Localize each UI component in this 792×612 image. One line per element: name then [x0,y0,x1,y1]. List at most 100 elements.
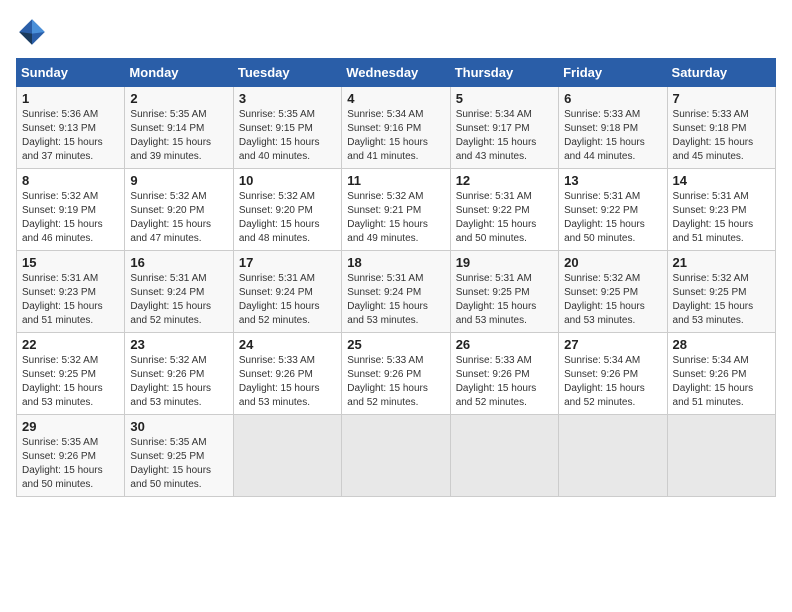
day-number: 15 [22,255,119,270]
day-info: Sunrise: 5:36 AM Sunset: 9:13 PM Dayligh… [22,108,119,164]
day-info: Sunrise: 5:32 AM Sunset: 9:19 PM Dayligh… [22,190,119,246]
calendar-cell: 26Sunrise: 5:33 AM Sunset: 9:26 PM Dayli… [450,333,558,415]
day-info: Sunrise: 5:31 AM Sunset: 9:24 PM Dayligh… [130,272,227,328]
calendar-cell: 4 Sunrise: 5:34 AM Sunset: 9:16 PM Daylig… [342,87,450,169]
calendar-cell: 14 Sunrise: 5:31 AM Sunset: 9:23 PM Dayli… [667,169,775,251]
day-number: 14 [673,173,770,188]
calendar-cell: 5 Sunrise: 5:34 AM Sunset: 9:17 PM Daylig… [450,87,558,169]
calendar-week-row: 8 Sunrise: 5:32 AM Sunset: 9:19 PM Daylig… [17,169,776,251]
calendar-cell [233,415,341,497]
day-number: 5 [456,91,553,106]
day-info: Sunrise: 5:33 AM Sunset: 9:18 PM Dayligh… [564,108,661,164]
calendar-cell: 11 Sunrise: 5:32 AM Sunset: 9:21 PM Dayli… [342,169,450,251]
calendar-cell: 15 Sunrise: 5:31 AM Sunset: 9:23 PM Dayli… [17,251,125,333]
calendar-cell: 9Sunrise: 5:32 AM Sunset: 9:20 PM Daylig… [125,169,233,251]
day-number: 21 [673,255,770,270]
logo-icon [16,16,48,48]
day-info: Sunrise: 5:34 AM Sunset: 9:17 PM Dayligh… [456,108,553,164]
weekday-header: Thursday [450,59,558,87]
day-info: Sunrise: 5:33 AM Sunset: 9:18 PM Dayligh… [673,108,770,164]
logo [16,16,52,48]
day-info: Sunrise: 5:31 AM Sunset: 9:23 PM Dayligh… [22,272,119,328]
day-number: 1 [22,91,119,106]
day-info: Sunrise: 5:31 AM Sunset: 9:22 PM Dayligh… [456,190,553,246]
day-number: 28 [673,337,770,352]
calendar-cell [342,415,450,497]
calendar-cell: 16 Sunrise: 5:31 AM Sunset: 9:24 PM Dayli… [125,251,233,333]
calendar-cell: 27 Sunrise: 5:34 AM Sunset: 9:26 PM Dayli… [559,333,667,415]
day-info: Sunrise: 5:31 AM Sunset: 9:25 PM Dayligh… [456,272,553,328]
day-info: Sunrise: 5:33 AM Sunset: 9:26 PM Dayligh… [239,354,336,410]
day-number: 3 [239,91,336,106]
day-info: Sunrise: 5:34 AM Sunset: 9:16 PM Dayligh… [347,108,444,164]
day-info: Sunrise: 5:31 AM Sunset: 9:23 PM Dayligh… [673,190,770,246]
day-info: Sunrise: 5:32 AM Sunset: 9:25 PM Dayligh… [673,272,770,328]
calendar-cell: 3 Sunrise: 5:35 AM Sunset: 9:15 PM Daylig… [233,87,341,169]
calendar-week-row: 29Sunrise: 5:35 AM Sunset: 9:26 PM Dayli… [17,415,776,497]
day-number: 6 [564,91,661,106]
day-number: 20 [564,255,661,270]
calendar-cell: 12 Sunrise: 5:31 AM Sunset: 9:22 PM Dayli… [450,169,558,251]
calendar-table: SundayMondayTuesdayWednesdayThursdayFrid… [16,58,776,497]
calendar-cell [450,415,558,497]
weekday-header: Monday [125,59,233,87]
day-info: Sunrise: 5:32 AM Sunset: 9:20 PM Dayligh… [239,190,336,246]
day-number: 26 [456,337,553,352]
day-number: 13 [564,173,661,188]
day-number: 18 [347,255,444,270]
day-number: 12 [456,173,553,188]
weekday-header: Wednesday [342,59,450,87]
calendar-cell: 24 Sunrise: 5:33 AM Sunset: 9:26 PM Dayli… [233,333,341,415]
day-info: Sunrise: 5:32 AM Sunset: 9:21 PM Dayligh… [347,190,444,246]
day-number: 30 [130,419,227,434]
calendar-cell: 22Sunrise: 5:32 AM Sunset: 9:25 PM Dayli… [17,333,125,415]
calendar-cell: 29Sunrise: 5:35 AM Sunset: 9:26 PM Dayli… [17,415,125,497]
calendar-cell: 28 Sunrise: 5:34 AM Sunset: 9:26 PM Dayli… [667,333,775,415]
day-info: Sunrise: 5:34 AM Sunset: 9:26 PM Dayligh… [564,354,661,410]
calendar-cell: 19 Sunrise: 5:31 AM Sunset: 9:25 PM Dayli… [450,251,558,333]
calendar-cell: 2Sunrise: 5:35 AM Sunset: 9:14 PM Daylig… [125,87,233,169]
calendar-cell [667,415,775,497]
calendar-cell [559,415,667,497]
day-info: Sunrise: 5:33 AM Sunset: 9:26 PM Dayligh… [347,354,444,410]
calendar-week-row: 1 Sunrise: 5:36 AM Sunset: 9:13 PM Daylig… [17,87,776,169]
day-number: 11 [347,173,444,188]
calendar-cell: 8 Sunrise: 5:32 AM Sunset: 9:19 PM Daylig… [17,169,125,251]
calendar-cell: 25 Sunrise: 5:33 AM Sunset: 9:26 PM Dayli… [342,333,450,415]
calendar-cell: 18 Sunrise: 5:31 AM Sunset: 9:24 PM Dayli… [342,251,450,333]
weekday-header: Sunday [17,59,125,87]
day-number: 29 [22,419,119,434]
calendar-cell: 17Sunrise: 5:31 AM Sunset: 9:24 PM Dayli… [233,251,341,333]
day-number: 8 [22,173,119,188]
day-number: 4 [347,91,444,106]
calendar-cell: 23Sunrise: 5:32 AM Sunset: 9:26 PM Dayli… [125,333,233,415]
calendar-cell: 20 Sunrise: 5:32 AM Sunset: 9:25 PM Dayli… [559,251,667,333]
day-number: 27 [564,337,661,352]
calendar-cell: 30 Sunrise: 5:35 AM Sunset: 9:25 PM Dayli… [125,415,233,497]
day-info: Sunrise: 5:35 AM Sunset: 9:25 PM Dayligh… [130,436,227,492]
day-number: 7 [673,91,770,106]
day-info: Sunrise: 5:35 AM Sunset: 9:15 PM Dayligh… [239,108,336,164]
day-info: Sunrise: 5:32 AM Sunset: 9:25 PM Dayligh… [564,272,661,328]
day-number: 17 [239,255,336,270]
day-number: 2 [130,91,227,106]
day-number: 19 [456,255,553,270]
day-number: 24 [239,337,336,352]
weekday-header: Saturday [667,59,775,87]
day-number: 22 [22,337,119,352]
day-number: 23 [130,337,227,352]
day-info: Sunrise: 5:31 AM Sunset: 9:24 PM Dayligh… [347,272,444,328]
page-header [16,16,776,48]
calendar-week-row: 15 Sunrise: 5:31 AM Sunset: 9:23 PM Dayli… [17,251,776,333]
calendar-cell: 7 Sunrise: 5:33 AM Sunset: 9:18 PM Daylig… [667,87,775,169]
day-info: Sunrise: 5:31 AM Sunset: 9:22 PM Dayligh… [564,190,661,246]
day-number: 25 [347,337,444,352]
calendar-cell: 13 Sunrise: 5:31 AM Sunset: 9:22 PM Dayli… [559,169,667,251]
day-info: Sunrise: 5:34 AM Sunset: 9:26 PM Dayligh… [673,354,770,410]
calendar-cell: 21 Sunrise: 5:32 AM Sunset: 9:25 PM Dayli… [667,251,775,333]
calendar-cell: 10Sunrise: 5:32 AM Sunset: 9:20 PM Dayli… [233,169,341,251]
day-info: Sunrise: 5:32 AM Sunset: 9:20 PM Dayligh… [130,190,227,246]
calendar-week-row: 22Sunrise: 5:32 AM Sunset: 9:25 PM Dayli… [17,333,776,415]
day-number: 16 [130,255,227,270]
weekday-header-row: SundayMondayTuesdayWednesdayThursdayFrid… [17,59,776,87]
